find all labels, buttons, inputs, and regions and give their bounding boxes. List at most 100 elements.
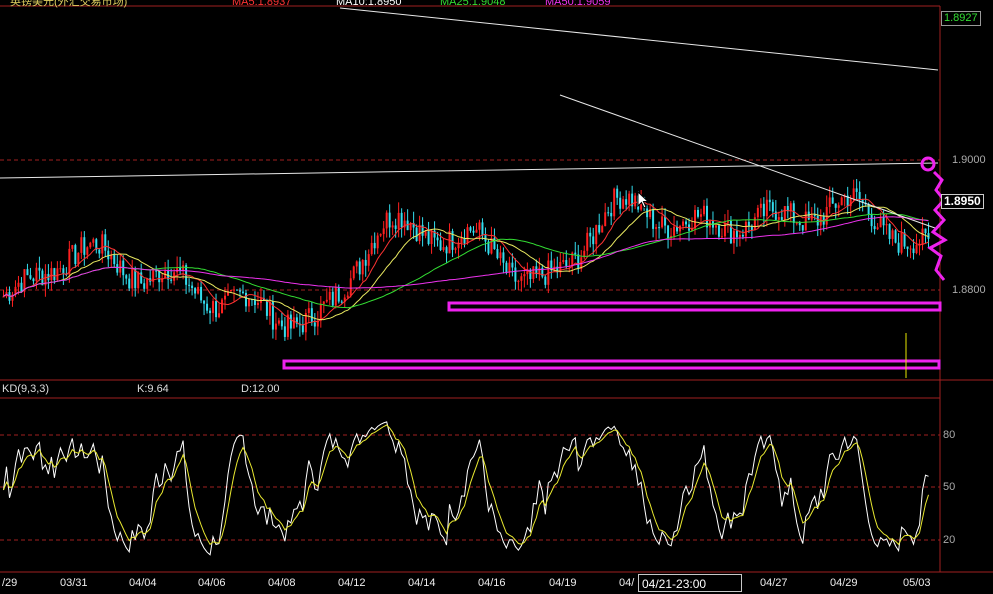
candle-body (855, 188, 858, 192)
forex-chart (0, 5, 993, 573)
kd-k-value: K:9.64 (137, 383, 169, 395)
candle-body (652, 209, 655, 229)
candle-body (209, 310, 212, 314)
candle-body (813, 214, 816, 216)
candle-body (517, 280, 520, 282)
candle-body (795, 222, 798, 224)
candle-body (520, 276, 523, 281)
candle-body (289, 314, 292, 329)
date-label: 04/04 (129, 577, 157, 589)
candle-body (346, 295, 349, 298)
candle-body (17, 282, 20, 287)
candle-body (352, 266, 355, 279)
candle-body (397, 212, 400, 229)
candle-body (400, 212, 403, 228)
candle-body (900, 232, 903, 253)
trendlines (0, 7, 939, 229)
candle-body (125, 275, 128, 279)
candle-body (762, 203, 765, 217)
candle-body (143, 283, 146, 289)
candle-body (277, 320, 280, 324)
candle-body (107, 250, 110, 260)
date-label: 04/27 (760, 577, 788, 589)
candle-body (658, 227, 661, 229)
trendline-descending-upper (339, 7, 939, 71)
candle-body (292, 317, 295, 329)
candle-body (478, 222, 481, 230)
candle-body (831, 197, 834, 204)
candle-body (858, 191, 861, 200)
kd-tick-50: 50 (943, 481, 956, 493)
candle-body (200, 286, 203, 301)
candle-body (622, 199, 625, 209)
candle-body (319, 303, 322, 321)
candle-body (235, 289, 238, 291)
candle-body (191, 285, 194, 289)
candle-body (460, 238, 463, 244)
candle-body (355, 261, 358, 267)
kd-d-value: D:12.00 (241, 383, 280, 395)
candle-body (256, 302, 259, 305)
candle-body (738, 234, 741, 238)
candle-body (667, 225, 670, 239)
candle-body (879, 217, 882, 228)
candle-body (388, 212, 391, 228)
candle-body (490, 238, 493, 254)
candle-body (349, 278, 352, 296)
candle-body (301, 325, 304, 333)
candle-body (852, 188, 855, 200)
candle-body (194, 288, 197, 294)
candle-body (104, 234, 107, 251)
candle-body (212, 301, 215, 314)
candle-body (544, 276, 547, 285)
candle-body (361, 259, 364, 275)
candle-body (170, 279, 173, 281)
candle-body (625, 199, 628, 205)
candle-body (634, 195, 637, 207)
candle-body (876, 227, 879, 230)
candle-body (610, 212, 613, 217)
ma50-line (3, 216, 929, 297)
candle-body (466, 227, 469, 244)
candle-body (574, 252, 577, 255)
price-tick-1-9000: 1.9000 (952, 154, 986, 166)
candle-body (77, 252, 80, 265)
candle-body (735, 230, 738, 238)
candle-body (247, 299, 250, 307)
candle-body (35, 267, 38, 282)
candle-body (233, 289, 235, 291)
candle-body (385, 212, 388, 229)
candle-body (607, 212, 610, 214)
candle-body (717, 225, 720, 237)
candle-body (41, 270, 44, 286)
candle-body (128, 278, 131, 289)
candle-body (331, 291, 334, 306)
candle-body (280, 320, 283, 327)
candle-body (274, 323, 277, 330)
ma25-legend: MA25:1.9048 (440, 0, 506, 8)
candle-body (23, 269, 26, 292)
candle-body (62, 268, 65, 274)
candle-body (325, 299, 328, 302)
candle-body (589, 232, 592, 237)
candle-body (158, 271, 161, 283)
date-label: /29 (2, 577, 18, 589)
date-label: 04/06 (198, 577, 226, 589)
candle-body (918, 244, 921, 246)
candle-body (661, 216, 664, 228)
candle-body (358, 261, 361, 275)
candle-body (777, 217, 780, 220)
candle-body (218, 313, 221, 318)
support-zone-upper (447, 301, 942, 312)
candle-body (699, 214, 702, 217)
price-tick-1-8800: 1.8800 (952, 284, 986, 296)
candle-body (116, 264, 119, 273)
candle-body (137, 272, 140, 289)
candle-body (780, 217, 783, 220)
candle-body (873, 226, 876, 230)
candle-body (577, 254, 580, 269)
candle-body (53, 268, 56, 281)
candle-body (565, 260, 568, 266)
candle-body (238, 290, 241, 292)
candle-body (113, 254, 116, 265)
